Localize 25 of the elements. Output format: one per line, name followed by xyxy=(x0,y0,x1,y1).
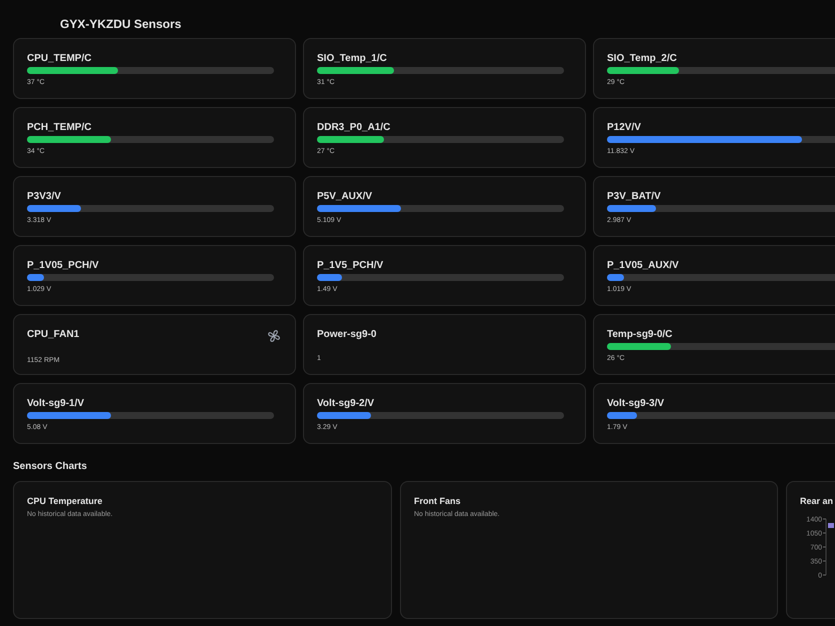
sensor-label: CPU_FAN1 xyxy=(27,328,80,342)
sensor-label: Volt-sg9-3/V xyxy=(607,397,664,411)
sensor-label: SIO_Temp_1/C xyxy=(317,52,387,66)
sensor-label: P_1V5_PCH/V xyxy=(317,259,384,273)
chart-title: Rear an xyxy=(800,495,834,507)
sensor-label: P3V3/V xyxy=(27,190,61,204)
section-heading: Sensors Charts xyxy=(13,460,88,474)
sensor-label: P12V/V xyxy=(607,121,641,135)
sensor-label: P5V_AUX/V xyxy=(317,190,372,204)
sensor-label: Temp-sg9-0/C xyxy=(607,328,672,342)
chart-title: CPU Temperature xyxy=(27,495,104,507)
sensor-label: Volt-sg9-1/V xyxy=(27,397,84,411)
chart-title: Front Fans xyxy=(414,495,462,507)
bar-top xyxy=(828,523,834,528)
fan-icon xyxy=(266,328,282,344)
sensor-label: PCH_TEMP/C xyxy=(27,121,92,135)
sensor-label: SIO_Temp_2/C xyxy=(607,52,677,66)
sensor-label: P3V_BAT/V xyxy=(607,190,661,204)
sensor-label: DDR3_P0_A1/C xyxy=(317,121,390,135)
sensor-label: Volt-sg9-2/V xyxy=(317,397,374,411)
page-title: GYX-YKZDU Sensors xyxy=(60,16,182,32)
sensor-label: Power-sg9-0 xyxy=(317,328,376,342)
sensor-label: CPU_TEMP/C xyxy=(27,52,92,66)
sensor-label: P_1V05_AUX/V xyxy=(607,259,679,273)
sensor-label: P_1V05_PCH/V xyxy=(27,259,99,273)
